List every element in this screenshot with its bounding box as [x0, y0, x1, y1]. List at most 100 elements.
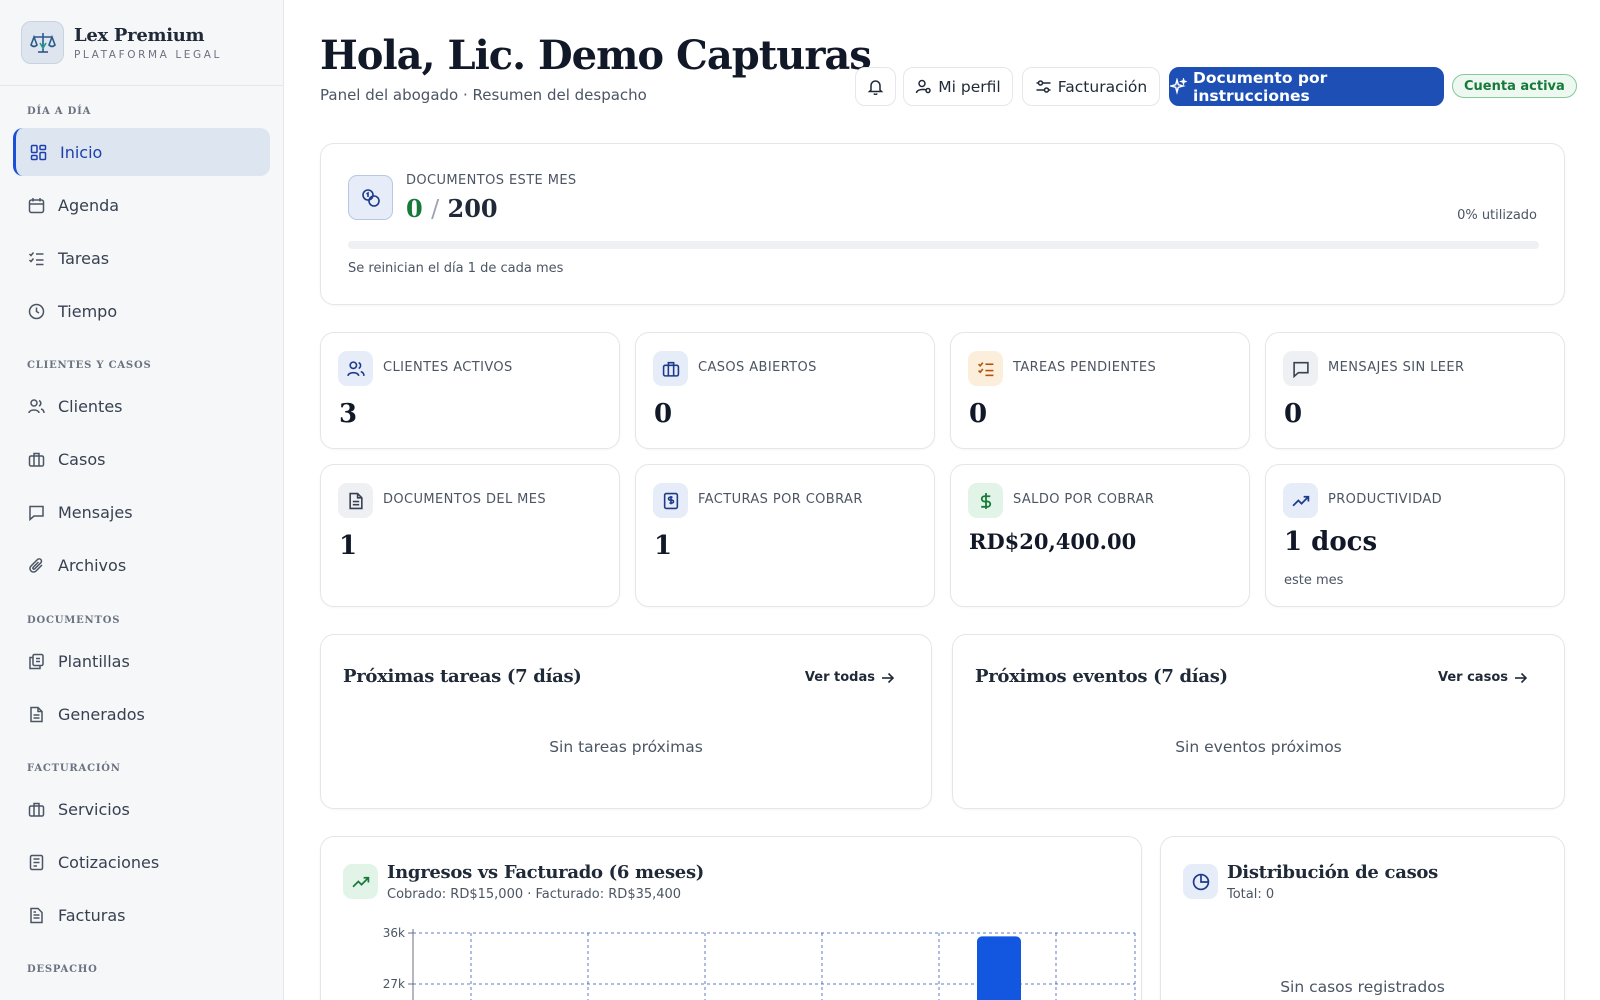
stat-label: TAREAS PENDIENTES: [1013, 360, 1157, 375]
sparkle-icon: [1170, 78, 1187, 95]
usage-percent: 0% utilizado: [1457, 208, 1537, 223]
stat-value: 3: [339, 399, 358, 429]
nav-section-dia: DÍA A DÍA: [27, 106, 92, 117]
view-all-label: Ver todas: [804, 670, 875, 685]
arrow-right-icon: [881, 671, 895, 685]
stat-value: 1: [339, 531, 358, 561]
sidebar-item-plantillas[interactable]: Plantillas: [13, 637, 270, 685]
sidebar: Lex Premium PLATAFORMA LEGAL DÍA A DÍA I…: [0, 0, 284, 1000]
checklist-icon: [968, 351, 1003, 386]
invoice-icon: [27, 906, 45, 924]
billing-button[interactable]: Facturación: [1022, 67, 1160, 106]
stat-label: MENSAJES SIN LEER: [1328, 360, 1465, 375]
sidebar-item-facturas[interactable]: Facturas: [13, 891, 270, 939]
stat-label: CLIENTES ACTIVOS: [383, 360, 513, 375]
message-icon: [1283, 351, 1318, 386]
stat-value: 0: [1284, 399, 1303, 429]
stat-sub: este mes: [1284, 573, 1344, 588]
trending-up-icon: [1283, 483, 1318, 518]
stat-card-mensajes[interactable]: MENSAJES SIN LEER 0: [1265, 332, 1565, 449]
checklist-icon: [27, 249, 45, 267]
profile-button[interactable]: Mi perfil: [903, 67, 1013, 106]
stat-value: RD$20,400.00: [969, 529, 1137, 554]
page-subtitle: Panel del abogado · Resumen del despacho: [320, 86, 647, 104]
bell-icon: [867, 78, 884, 95]
sidebar-item-label: Archivos: [58, 555, 127, 575]
stat-card-clientes[interactable]: CLIENTES ACTIVOS 3: [320, 332, 620, 449]
stat-card-productividad[interactable]: PRODUCTIVIDAD 1 docs este mes: [1265, 464, 1565, 607]
tasks-empty-state: Sin tareas próximas: [549, 738, 703, 756]
view-all-tasks-link[interactable]: Ver todas: [805, 670, 895, 685]
sidebar-item-cotizaciones[interactable]: Cotizaciones: [13, 838, 270, 886]
case-distribution-title: Distribución de casos: [1227, 862, 1438, 883]
sidebar-item-archivos[interactable]: Archivos: [13, 541, 270, 589]
stat-value: 1 docs: [1284, 527, 1378, 557]
sidebar-item-label: Mensajes: [58, 502, 133, 522]
sidebar-item-label: Generados: [58, 704, 145, 724]
brand-subtitle: PLATAFORMA LEGAL: [74, 48, 223, 61]
grid-icon: [29, 143, 47, 161]
users-icon: [27, 397, 45, 415]
sidebar-item-servicios[interactable]: Servicios: [13, 785, 270, 833]
nav-section-documentos: DOCUMENTOS: [27, 615, 121, 626]
scales-logo-icon: [21, 21, 64, 64]
sidebar-item-agenda[interactable]: Agenda: [13, 181, 270, 229]
upcoming-tasks-panel: Próximas tareas (7 días) Ver todas Sin t…: [320, 634, 932, 809]
sidebar-item-tareas[interactable]: Tareas: [13, 234, 270, 282]
calendar-icon: [27, 196, 45, 214]
view-cases-link[interactable]: Ver casos: [1438, 670, 1528, 685]
stat-card-tareas[interactable]: TAREAS PENDIENTES 0: [950, 332, 1250, 449]
usage-label: DOCUMENTOS ESTE MES: [406, 173, 577, 188]
stat-label: DOCUMENTOS DEL MES: [383, 492, 547, 507]
briefcase-icon: [27, 800, 45, 818]
nav-section-despacho: DESPACHO: [27, 964, 98, 975]
notifications-button[interactable]: [855, 67, 896, 106]
stat-card-saldo[interactable]: SALDO POR COBRAR RD$20,400.00: [950, 464, 1250, 607]
case-distribution-panel: Distribución de casos Total: 0 Sin casos…: [1160, 836, 1565, 1000]
dollar-icon: [968, 483, 1003, 518]
sidebar-item-generados[interactable]: Generados: [13, 690, 270, 738]
pie-chart-icon: [1183, 864, 1218, 899]
receipt-icon: [27, 853, 45, 871]
billing-label: Facturación: [1057, 77, 1148, 96]
events-empty-state: Sin eventos próximos: [1175, 738, 1342, 756]
stat-value: 1: [654, 531, 673, 561]
stat-value: 0: [654, 399, 673, 429]
sidebar-item-label: Casos: [58, 449, 106, 469]
sidebar-item-label: Plantillas: [58, 651, 130, 671]
usage-card: DOCUMENTOS ESTE MES 0 / 200 0% utilizado…: [320, 143, 1565, 305]
sidebar-item-label: Inicio: [60, 142, 103, 162]
sidebar-item-label: Servicios: [58, 799, 130, 819]
invoice-icon: [653, 483, 688, 518]
stat-label: FACTURAS POR COBRAR: [698, 492, 863, 507]
users-icon: [338, 351, 373, 386]
sidebar-item-tiempo[interactable]: Tiempo: [13, 287, 270, 335]
briefcase-icon: [27, 450, 45, 468]
document-icon: [338, 483, 373, 518]
coins-icon: [348, 175, 393, 220]
sidebar-item-mensajes[interactable]: Mensajes: [13, 488, 270, 536]
usage-note: Se reinician el día 1 de cada mes: [348, 261, 564, 276]
nav-section-clientes: CLIENTES Y CASOS: [27, 360, 152, 371]
y-tick-label: 27k: [383, 977, 405, 991]
document-instructions-button[interactable]: Documento por instrucciones: [1169, 67, 1444, 106]
cases-empty-state: Sin casos registrados: [1280, 978, 1445, 996]
clock-icon: [27, 302, 45, 320]
main-content: Hola, Lic. Demo Capturas Panel del aboga…: [284, 0, 1600, 1000]
templates-icon: [27, 652, 45, 670]
sidebar-item-clientes[interactable]: Clientes: [13, 382, 270, 430]
document-icon: [27, 705, 45, 723]
stat-label: CASOS ABIERTOS: [698, 360, 817, 375]
upcoming-events-panel: Próximos eventos (7 días) Ver casos Sin …: [952, 634, 1565, 809]
stat-card-documentos[interactable]: DOCUMENTOS DEL MES 1: [320, 464, 620, 607]
sidebar-item-label: Clientes: [58, 396, 123, 416]
upcoming-tasks-title: Próximas tareas (7 días): [343, 666, 582, 687]
brand[interactable]: Lex Premium PLATAFORMA LEGAL: [0, 0, 283, 86]
page-title: Hola, Lic. Demo Capturas: [320, 32, 872, 79]
sidebar-item-casos[interactable]: Casos: [13, 435, 270, 483]
stat-card-facturas[interactable]: FACTURAS POR COBRAR 1: [635, 464, 935, 607]
sidebar-item-label: Tiempo: [58, 301, 118, 321]
stat-card-casos[interactable]: CASOS ABIERTOS 0: [635, 332, 935, 449]
sidebar-item-inicio[interactable]: Inicio: [13, 128, 270, 176]
document-instructions-label: Documento por instrucciones: [1193, 68, 1328, 105]
